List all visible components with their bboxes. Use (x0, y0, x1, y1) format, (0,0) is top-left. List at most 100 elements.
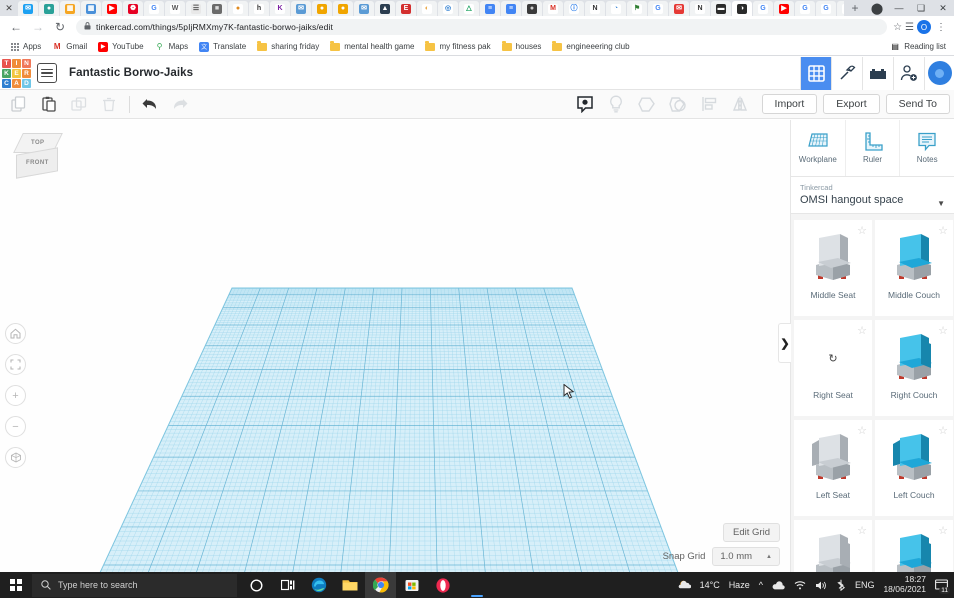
zoom-in-button[interactable]: + (5, 385, 26, 406)
shape-item[interactable]: ☆Left Couch (875, 420, 953, 516)
snap-grid-select[interactable]: 1.0 mm ▲ (712, 547, 780, 566)
browser-tab[interactable]: ▶ (774, 1, 794, 16)
shape-item[interactable]: ☆Middle Seat (794, 220, 872, 316)
project-menu-icon[interactable] (37, 63, 57, 83)
browser-tab[interactable]: ▦ (81, 1, 101, 16)
browser-tab[interactable]: G (795, 1, 815, 16)
undo-button[interactable] (135, 91, 165, 117)
shape-item[interactable]: ☆Right Couch (875, 320, 953, 416)
browser-tab[interactable]: N (690, 1, 710, 16)
browser-tab[interactable]: ≡ (480, 1, 500, 16)
workplane-tool[interactable]: Workplane (791, 120, 846, 176)
view-cube[interactable]: TOP FRONT (10, 133, 62, 185)
browser-tab[interactable]: G (648, 1, 668, 16)
chrome-button[interactable] (365, 572, 396, 598)
favorite-star-icon[interactable]: ☆ (938, 324, 948, 337)
browser-tab[interactable]: ⓘ (564, 1, 584, 16)
shape-item[interactable]: ☆ (794, 520, 872, 572)
fit-view-button[interactable] (5, 354, 26, 375)
shape-item[interactable]: ☆Left Seat (794, 420, 872, 516)
add-user-button[interactable] (893, 57, 924, 90)
browser-menu-icon[interactable]: ⋮ (934, 22, 948, 33)
shape-item[interactable]: ☆ (875, 520, 953, 572)
browser-tab[interactable]: △ (459, 1, 479, 16)
task-view-button[interactable] (272, 572, 303, 598)
browser-tab[interactable]: ▶ (102, 1, 122, 16)
notification-center-button[interactable]: 11 (935, 579, 948, 591)
browser-tab[interactable]: ● (312, 1, 332, 16)
tinkercad-logo[interactable]: TINKERCAD (2, 59, 31, 88)
volume-icon[interactable] (815, 580, 827, 591)
bookmark-item[interactable]: ⚲Maps (150, 40, 194, 54)
browser-tab[interactable]: ▬ (711, 1, 731, 16)
reading-list-button[interactable]: ▤ Reading list (890, 42, 948, 52)
avatar[interactable]: O (917, 20, 931, 34)
browser-tab[interactable]: ✉ (18, 1, 38, 16)
browser-tab[interactable]: ● (228, 1, 248, 16)
shape-library[interactable]: ☆Middle Seat☆Middle Couch☆↻Right Seat☆Ri… (791, 214, 954, 572)
shape-item[interactable]: ☆Middle Couch (875, 220, 953, 316)
browser-tab[interactable]: h (249, 1, 269, 16)
browser-tab[interactable]: M (543, 1, 563, 16)
chevron-up-icon[interactable]: ^ (759, 580, 763, 590)
browser-tab[interactable]: ◐ (417, 1, 437, 16)
minimize-button[interactable]: — (888, 0, 910, 16)
bookmark-star-icon[interactable]: ☆ (893, 22, 902, 33)
paste-button[interactable] (34, 91, 64, 117)
tab-close-icon[interactable]: ✕ (0, 0, 18, 16)
import-button[interactable]: Import (762, 94, 818, 114)
browser-tab[interactable]: ◑ (732, 1, 752, 16)
cortana-button[interactable] (241, 572, 272, 598)
browser-tab[interactable]: ⚑ (627, 1, 647, 16)
forward-button[interactable]: → (28, 17, 48, 37)
weather-icon[interactable] (678, 579, 691, 592)
close-window-button[interactable]: ✕ (932, 0, 954, 16)
perspective-toggle-button[interactable] (5, 447, 26, 468)
browser-tab[interactable]: ✉ (291, 1, 311, 16)
start-button[interactable] (0, 572, 32, 598)
grid-view-button[interactable] (800, 57, 831, 90)
bookmark-item[interactable]: 文Translate (194, 40, 251, 54)
home-view-button[interactable] (5, 323, 26, 344)
category-selector[interactable]: Tinkercad OMSI hangout space ▼ (791, 177, 954, 214)
blocks-button[interactable] (862, 57, 893, 90)
browser-tab[interactable]: ● (522, 1, 542, 16)
bookmark-item[interactable]: engineeering club (547, 40, 634, 53)
browser-tab[interactable]: ● (39, 1, 59, 16)
group-button[interactable] (663, 91, 694, 117)
reload-button[interactable]: ↻ (50, 17, 70, 37)
language-indicator[interactable]: ENG (855, 580, 875, 590)
favorite-star-icon[interactable]: ☆ (857, 524, 867, 537)
clock[interactable]: 18:27 18/06/2021 (883, 575, 926, 595)
browser-tab[interactable]: ◎ (438, 1, 458, 16)
browser-tab[interactable]: ✉ (669, 1, 689, 16)
bookmark-item[interactable]: houses (497, 40, 547, 53)
browser-tab[interactable]: ▲ (375, 1, 395, 16)
address-bar[interactable]: tinkercad.com/things/5pIjRMXmy7K-fantast… (76, 19, 887, 35)
profile-chip-icon[interactable]: ⬤ (866, 0, 888, 16)
new-tab-button[interactable]: + (844, 0, 866, 16)
note-button[interactable] (570, 91, 601, 117)
maximize-button[interactable]: ❑ (910, 0, 932, 16)
favorite-star-icon[interactable]: ☆ (857, 424, 867, 437)
cloud-icon[interactable] (772, 581, 785, 590)
lightbulb-button[interactable] (601, 91, 632, 117)
back-button[interactable]: ← (6, 17, 26, 37)
microsoft-store-button[interactable] (396, 572, 427, 598)
browser-tab[interactable]: K (270, 1, 290, 16)
opera-button[interactable] (427, 572, 458, 598)
browser-tab[interactable]: W (165, 1, 185, 16)
bookmark-item[interactable]: mental health game (325, 40, 419, 53)
favorite-star-icon[interactable]: ☆ (857, 324, 867, 337)
browser-tab[interactable]: ■ (207, 1, 227, 16)
wifi-icon[interactable] (794, 580, 806, 590)
browser-tab[interactable]: ✉ (354, 1, 374, 16)
favorite-star-icon[interactable]: ☆ (938, 524, 948, 537)
favorite-star-icon[interactable]: ☆ (938, 424, 948, 437)
browser-tab[interactable]: ❁ (123, 1, 143, 16)
workplane-grid[interactable]: Workplane (0, 120, 790, 572)
browser-tab[interactable]: G (753, 1, 773, 16)
browser-tab[interactable]: Q (837, 1, 844, 16)
browser-tab[interactable]: ◔ (606, 1, 626, 16)
file-explorer-button[interactable] (334, 572, 365, 598)
